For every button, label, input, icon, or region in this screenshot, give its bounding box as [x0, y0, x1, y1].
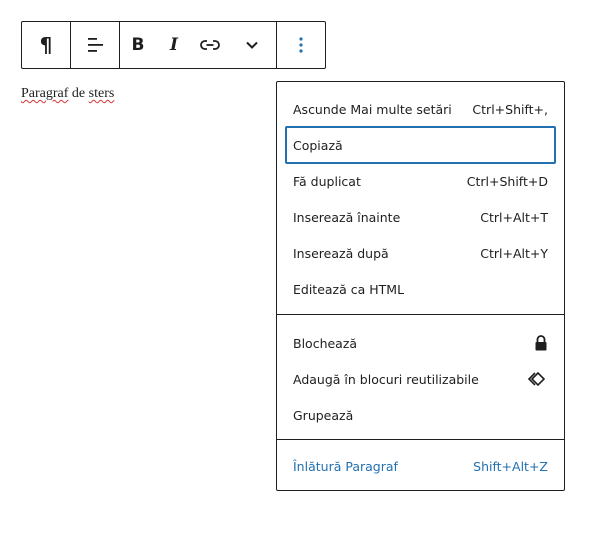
paragraph-icon: ¶ — [39, 33, 53, 57]
paragraph-block[interactable]: Paragraf de sters — [21, 86, 114, 102]
align-left-icon — [88, 38, 103, 52]
menu-item-shortcut: Shift+Alt+Z — [473, 458, 548, 474]
format-group: B I — [119, 22, 276, 68]
menu-section-block: Blochează Adaugă în blocuri reutilizabil… — [277, 314, 564, 439]
menu-item-label: Adaugă în blocuri reutilizabile — [293, 371, 479, 387]
menu-section-tools: Ascunde Mai multe setări Ctrl+Shift+, Co… — [277, 82, 564, 314]
menu-item-label: Ascunde Mai multe setări — [293, 101, 452, 117]
align-group — [70, 22, 119, 68]
menu-item-label: Grupează — [293, 407, 354, 423]
menu-item-remove-paragraph[interactable]: Înlătură Paragraf Shift+Alt+Z — [285, 449, 556, 483]
italic-button[interactable]: I — [156, 22, 192, 68]
menu-item-shortcut: Ctrl+Alt+Y — [480, 245, 548, 261]
link-button[interactable] — [192, 22, 228, 68]
link-icon — [200, 40, 220, 50]
paragraph-word: de — [68, 86, 89, 101]
menu-item-shortcut: Ctrl+Shift+D — [466, 173, 548, 189]
menu-item-lock[interactable]: Blochează — [285, 326, 556, 360]
menu-item-label: Inserează după — [293, 245, 389, 261]
block-type-group: ¶ — [22, 22, 70, 68]
menu-item-shortcut: Ctrl+Alt+T — [480, 209, 548, 225]
menu-item-label: Inserează înainte — [293, 209, 401, 225]
menu-item-copy[interactable]: Copiază — [285, 126, 556, 164]
menu-item-label: Fă duplicat — [293, 173, 361, 189]
menu-item-label: Blochează — [293, 335, 358, 351]
lock-icon — [534, 335, 548, 351]
menu-item-shortcut: Ctrl+Shift+, — [472, 101, 548, 117]
more-options-icon — [298, 37, 303, 53]
paragraph-word: sters — [88, 86, 115, 101]
more-options-button[interactable] — [277, 22, 324, 68]
block-options-menu: Ascunde Mai multe setări Ctrl+Shift+, Co… — [276, 81, 565, 491]
menu-item-label: Înlătură Paragraf — [293, 458, 398, 474]
menu-item-duplicate[interactable]: Fă duplicat Ctrl+Shift+D — [285, 164, 556, 198]
bold-icon: B — [131, 35, 145, 55]
menu-item-label: Copiază — [293, 137, 343, 153]
menu-item-label: Editează ca HTML — [293, 281, 405, 297]
align-button[interactable] — [71, 22, 119, 68]
menu-section-remove: Înlătură Paragraf Shift+Alt+Z — [277, 439, 564, 492]
menu-item-add-reusable[interactable]: Adaugă în blocuri reutilizabile — [285, 362, 556, 396]
menu-item-insert-before[interactable]: Inserează înainte Ctrl+Alt+T — [285, 200, 556, 234]
menu-item-edit-html[interactable]: Editează ca HTML — [285, 272, 556, 306]
italic-icon: I — [170, 35, 178, 55]
menu-item-hide-settings[interactable]: Ascunde Mai multe setări Ctrl+Shift+, — [285, 92, 556, 126]
menu-item-insert-after[interactable]: Inserează după Ctrl+Alt+Y — [285, 236, 556, 270]
options-group — [276, 22, 324, 68]
paragraph-block-button[interactable]: ¶ — [22, 22, 70, 68]
menu-item-group[interactable]: Grupează — [285, 398, 556, 432]
more-formats-button[interactable] — [228, 22, 276, 68]
block-toolbar: ¶ B I — [21, 21, 326, 69]
paragraph-word: Paragraf — [21, 86, 69, 101]
bold-button[interactable]: B — [120, 22, 156, 68]
chevron-down-icon — [246, 41, 258, 49]
reusable-block-icon — [526, 371, 548, 387]
